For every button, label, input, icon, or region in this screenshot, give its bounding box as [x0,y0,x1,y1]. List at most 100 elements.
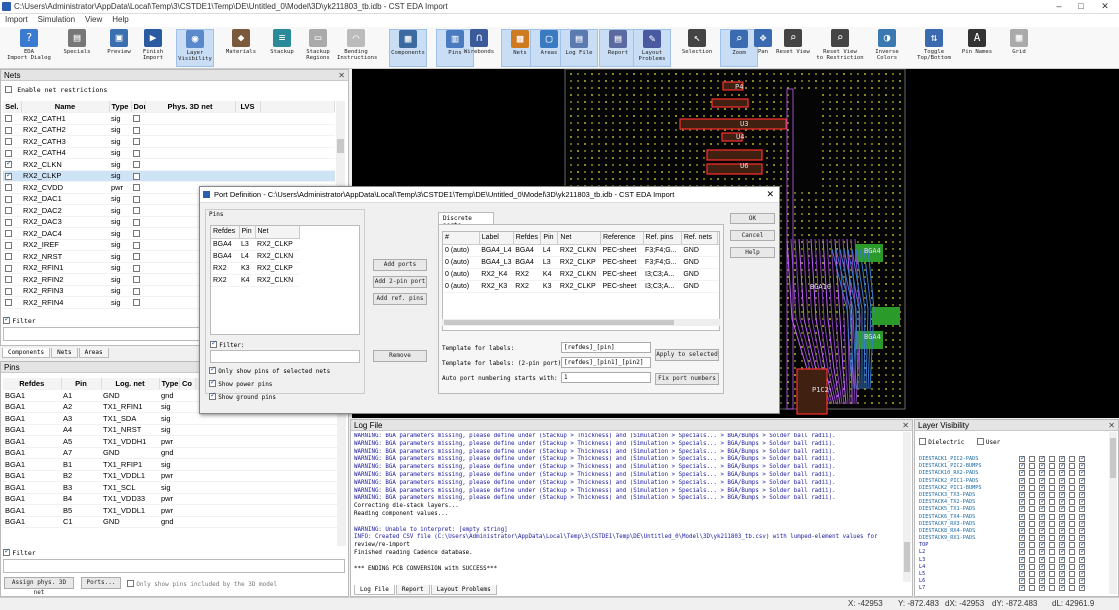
ok-button[interactable]: OK [730,213,775,224]
ribbon-btn-2[interactable]: ▣ Preview [100,29,138,67]
ribbon-btn-14[interactable]: ▤ Log File [560,29,598,67]
layer-toggle-checkbox[interactable] [1019,583,1026,592]
table-row[interactable]: 0 (auto) RX2_K3 RX2 K3 RX2_CLKP PEC-sheet I3;C… [443,280,719,293]
ribbon-btn-7[interactable]: ▭ Stackup Regions [299,29,337,67]
table-row[interactable]: BGA1 B2 TX1_VDDL1 pwr [3,470,337,482]
table-row[interactable]: RX2_CLKNsig [3,158,335,171]
table-row[interactable]: RX2_CATH2 sig [3,124,335,136]
layer-toggle-checkbox[interactable] [1029,491,1035,498]
layer-toggle-checkbox[interactable] [1049,477,1055,484]
dom-checkbox[interactable] [133,195,140,203]
ports-col-header[interactable]: Label [479,232,514,245]
layer-toggle-checkbox[interactable] [1049,578,1055,585]
dom-checkbox[interactable] [133,276,140,284]
nets-col-header[interactable]: Sel. [3,101,22,113]
net-select-checkbox[interactable] [5,207,12,215]
layer-toggle-checkbox[interactable] [1029,571,1035,577]
layer-toggle-checkbox[interactable] [1069,563,1075,570]
auto-numbering-input[interactable]: 1 [561,372,651,383]
ports-col-header[interactable]: Pin [540,232,559,245]
only-show-checkbox[interactable] [127,580,134,588]
fix-port-numbers-button[interactable]: Fix port numbers [655,373,719,385]
dom-checkbox[interactable] [133,161,140,169]
table-row[interactable]: BGA4 L3 RX2_CLKP [211,238,299,251]
net-select-checkbox[interactable] [5,241,12,249]
close-icon[interactable]: ✕ [338,70,345,81]
table-row[interactable]: BGA1 C1 GND gnd [3,516,337,528]
ports-col-header[interactable]: # [443,232,480,245]
cancel-button[interactable]: Cancel [730,230,775,241]
phys-net-cell[interactable] [145,135,235,148]
template-2pin-input[interactable]: [refdes]_[pin1]_[pin2] [561,357,651,368]
nets-col-header[interactable]: Phys. 3D net [145,101,236,113]
ribbon-btn-9[interactable]: ▦ Components [389,29,427,67]
pins-col-header[interactable]: Type [159,378,180,390]
table-row[interactable]: 0 (auto) RX2_K4 RX2 K4 RX2_CLKN PEC-sheet I3;C… [443,268,719,281]
pins-col-header[interactable]: Pin [61,378,102,390]
layer-toggle-checkbox[interactable] [1049,571,1055,577]
add-2pin-port-button[interactable]: Add 2-pin port [373,276,427,288]
layer-toggle-checkbox[interactable] [1069,456,1075,462]
layer-toggle-checkbox[interactable] [1049,520,1055,527]
table-row[interactable]: BGA1 A4 TX1_NRST sig [3,424,337,436]
dom-checkbox[interactable] [133,115,140,123]
ribbon-btn-16[interactable]: ✎ Layout Problems [633,29,671,67]
phys-net-cell[interactable] [145,170,235,182]
menu-view[interactable]: View [80,14,107,25]
table-row[interactable]: BGA1 A7 GND gnd [3,447,337,459]
ribbon-btn-15[interactable]: ▤ Report [599,29,637,67]
layer-toggle-checkbox[interactable] [1029,499,1035,506]
table-row[interactable]: BGA1 A5 TX1_VDDH1 pwr [3,435,337,448]
add-ref-pins-button[interactable]: Add ref. pins [373,293,427,305]
net-select-checkbox[interactable] [5,138,12,146]
layer-toggle-checkbox[interactable] [1029,470,1035,477]
layer-toggle-checkbox[interactable] [1029,477,1035,484]
pins-filter-input[interactable] [3,559,345,573]
tab-discrete-ports[interactable]: Discrete ports [438,212,494,229]
layer-toggle-checkbox[interactable] [1049,491,1055,498]
net-select-checkbox[interactable] [5,230,12,238]
phys-net-cell[interactable] [145,124,235,136]
layer-toggle-checkbox[interactable] [1069,506,1075,513]
layer-toggle-checkbox[interactable] [1049,535,1055,542]
nets-col-header[interactable]: Type [109,101,132,113]
net-select-checkbox[interactable] [5,171,12,180]
table-row[interactable]: BGA4 L4 RX2_CLKN [211,250,299,263]
layer-toggle-checkbox[interactable] [1049,484,1055,491]
pins-filter-checkbox[interactable] [3,547,10,557]
table-row[interactable]: 0 (auto) BGA4_L3 BGA4 L3 RX2_CLKP PEC-sheet F3… [443,256,719,269]
net-select-checkbox[interactable] [5,149,12,157]
layer-toggle-checkbox[interactable] [1029,542,1035,549]
pins-col-header[interactable]: Log. net [101,378,160,390]
layer-toggle-checkbox[interactable] [1049,499,1055,506]
nets-filter-checkbox[interactable] [3,315,10,325]
ribbon-btn-3[interactable]: ▶ Finish Import [134,29,172,67]
help-button[interactable]: Help [730,247,775,258]
net-select-checkbox[interactable] [5,276,12,284]
layer-toggle-checkbox[interactable] [1049,456,1055,462]
table-row[interactable]: 0 (auto) BGA4_L4 BGA4 L4 RX2_CLKN PEC-sheet F3… [443,244,719,257]
phys-net-cell[interactable] [145,112,235,125]
ribbon-btn-24[interactable]: A Pin Names [958,29,996,67]
ports-col-header[interactable]: Refdes [513,232,542,245]
layer-toggle-checkbox[interactable] [1069,571,1075,577]
opt-ground-pins-checkbox[interactable] [209,391,216,401]
layer-toggle-checkbox[interactable] [1029,578,1035,585]
table-row[interactable]: BGA1 B1 TX1_RFIP1 sig [3,458,337,471]
layer-toggle-checkbox[interactable] [1079,583,1086,592]
ports-col-header[interactable]: Reference [600,232,644,245]
net-select-checkbox[interactable] [5,264,12,272]
dom-checkbox[interactable] [133,264,140,272]
layer-toggle-checkbox[interactable] [1029,506,1035,513]
net-select-checkbox[interactable] [5,159,12,169]
dom-checkbox[interactable] [133,138,140,146]
layer-toggle-checkbox[interactable] [1069,549,1075,556]
layer-toggle-checkbox[interactable] [1049,527,1055,534]
table-row[interactable]: BGA1 B4 TX1_VDD33 pwr [3,493,337,505]
net-select-checkbox[interactable] [5,253,12,261]
layer-toggle-checkbox[interactable] [1069,520,1075,527]
layer-toggle-checkbox[interactable] [1049,470,1055,477]
ribbon-btn-11[interactable]: ∩ Wirebonds [460,29,498,67]
dom-checkbox[interactable] [133,287,140,295]
table-row[interactable]: RX2_CATH3 sig [3,135,335,148]
